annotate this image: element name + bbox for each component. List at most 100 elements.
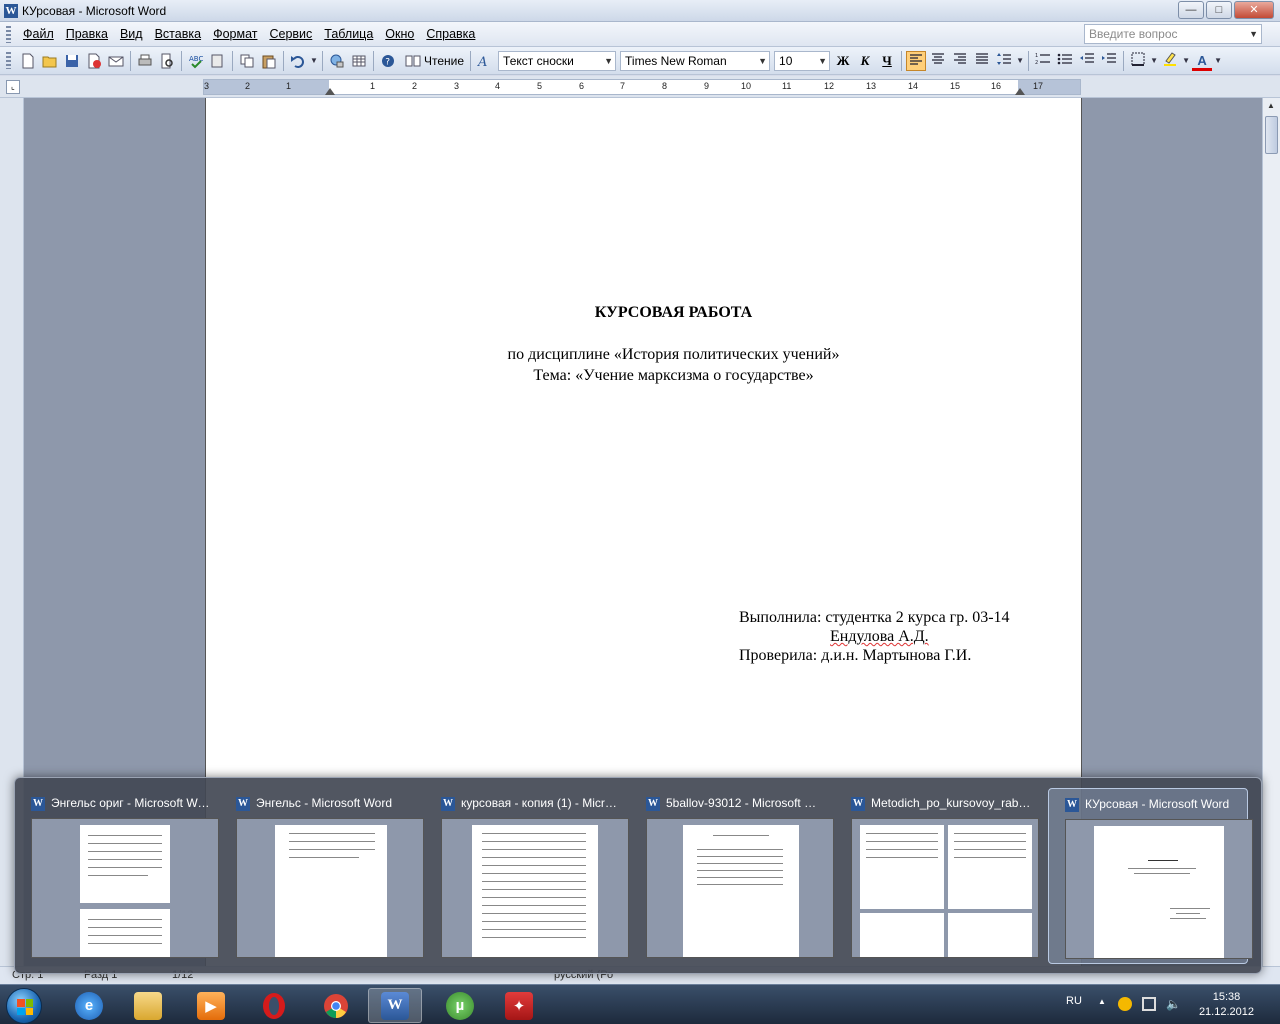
language-indicator[interactable]: RU: [1066, 995, 1082, 1007]
network-icon[interactable]: [1142, 997, 1156, 1011]
menu-window[interactable]: Окно: [379, 27, 420, 41]
table-icon[interactable]: [349, 51, 369, 71]
menu-table[interactable]: Таблица: [318, 27, 379, 41]
bold-button[interactable]: Ж: [833, 51, 853, 71]
media-player-icon[interactable]: ▶: [184, 988, 238, 1023]
ruler-number: 7: [620, 81, 626, 91]
print-preview-icon[interactable]: [157, 51, 177, 71]
right-indent-marker[interactable]: [1015, 88, 1025, 95]
vertical-scrollbar[interactable]: ▲: [1262, 98, 1280, 978]
explorer-icon[interactable]: [121, 988, 175, 1023]
ruler-number: 10: [741, 81, 752, 91]
align-right-button[interactable]: [950, 51, 970, 71]
line-spacing-button[interactable]: [994, 51, 1014, 71]
align-left-button[interactable]: [906, 50, 927, 71]
start-icon[interactable]: [6, 988, 42, 1024]
word-icon[interactable]: W: [368, 988, 422, 1023]
window-thumbnail[interactable]: W курсовая - копия (1) - Micro...: [425, 788, 629, 964]
save-icon[interactable]: [62, 51, 82, 71]
undo-icon[interactable]: [288, 51, 308, 71]
chevron-down-icon[interactable]: ▼: [1150, 51, 1158, 71]
svg-text:2: 2: [1035, 60, 1038, 66]
clock-time: 15:38: [1212, 991, 1241, 1003]
acrobat-icon[interactable]: ✦: [492, 988, 546, 1023]
menu-view[interactable]: Вид: [114, 27, 149, 41]
italic-button[interactable]: К: [855, 51, 875, 71]
spelling-icon[interactable]: ABC: [186, 51, 206, 71]
highlight-button[interactable]: [1160, 51, 1180, 71]
borders-button[interactable]: [1128, 51, 1148, 71]
menu-format[interactable]: Формат: [207, 27, 263, 41]
email-icon[interactable]: [106, 51, 126, 71]
align-center-button[interactable]: [928, 51, 948, 71]
style-select[interactable]: Текст сноски ▼: [498, 50, 617, 71]
permission-icon[interactable]: [84, 51, 104, 71]
reading-mode-button[interactable]: Чтение: [399, 51, 467, 71]
scroll-up-icon[interactable]: ▲: [1263, 98, 1279, 114]
chevron-down-icon[interactable]: ▼: [310, 51, 318, 71]
new-document-icon[interactable]: [18, 51, 38, 71]
left-indent-marker[interactable]: [325, 88, 335, 95]
maximize-button[interactable]: □: [1206, 1, 1232, 19]
window-thumbnail[interactable]: W Энгельс - Microsoft Word: [220, 788, 424, 964]
toolbar-separator: [283, 50, 284, 71]
chevron-down-icon[interactable]: ▼: [758, 52, 767, 70]
menu-edit[interactable]: Правка: [60, 27, 114, 41]
open-folder-icon[interactable]: [40, 51, 60, 71]
window-thumbnail[interactable]: W 5ballov-93012 - Microsoft Wo...: [630, 788, 834, 964]
opera-icon[interactable]: [247, 988, 301, 1023]
font-size-select[interactable]: 10 ▼: [774, 50, 831, 71]
tray-app-icon[interactable]: [1118, 997, 1132, 1011]
thumbnail-preview: [236, 818, 424, 958]
menu-help[interactable]: Справка: [420, 27, 481, 41]
underline-button[interactable]: Ч: [877, 51, 897, 71]
scroll-thumb[interactable]: [1265, 116, 1278, 154]
font-value: Times New Roman: [625, 53, 727, 68]
volume-icon[interactable]: 🔈: [1166, 997, 1181, 1011]
toolbar-grip[interactable]: [6, 25, 11, 43]
utorrent-icon[interactable]: µ: [433, 988, 487, 1023]
chevron-down-icon[interactable]: ▼: [818, 52, 827, 70]
decrease-indent-button[interactable]: [1077, 51, 1097, 71]
bullets-button[interactable]: [1055, 51, 1075, 71]
hyperlink-icon[interactable]: [327, 51, 347, 71]
chevron-down-icon[interactable]: ▼: [1016, 51, 1024, 71]
performer-line: Выполнила: студентка 2 курса гр. 03-14: [739, 609, 1010, 626]
copy-icon[interactable]: [237, 51, 257, 71]
styles-icon[interactable]: A: [475, 51, 495, 71]
thumbnail-title: 5ballov-93012 - Microsoft Wo...: [666, 796, 826, 810]
window-thumbnail[interactable]: W Metodich_po_kursovoy_rabot...: [835, 788, 1039, 964]
chevron-down-icon[interactable]: ▼: [1214, 51, 1222, 71]
chevron-down-icon[interactable]: ▼: [1182, 51, 1190, 71]
ruler-number: 3: [454, 81, 460, 91]
print-icon[interactable]: [135, 51, 155, 71]
toolbar-grip[interactable]: [6, 52, 11, 69]
toolbar-separator: [181, 50, 182, 71]
ask-question-input[interactable]: Введите вопрос ▼: [1084, 24, 1262, 44]
chrome-icon[interactable]: [309, 988, 363, 1023]
close-button[interactable]: ✕: [1234, 1, 1274, 19]
menu-insert[interactable]: Вставка: [149, 27, 207, 41]
window-thumbnail-active[interactable]: W КУрсовая - Microsoft Word: [1048, 788, 1253, 964]
minimize-button[interactable]: —: [1178, 1, 1204, 19]
ie-icon[interactable]: e: [62, 988, 116, 1023]
horizontal-ruler[interactable]: 3 2 1 1 2 3 4 5 6 7 8 9 10 11 12 13 14 1…: [203, 79, 1081, 95]
increase-indent-button[interactable]: [1099, 51, 1119, 71]
tab-stop-selector[interactable]: ⌞: [6, 80, 20, 94]
show-hidden-icons-icon[interactable]: ▲: [1098, 997, 1112, 1011]
menu-file[interactable]: Файл: [17, 27, 60, 41]
research-icon[interactable]: [208, 51, 228, 71]
justify-button[interactable]: [972, 51, 992, 71]
window-thumbnail[interactable]: W Энгельс ориг - Microsoft Wo...: [15, 788, 219, 964]
font-color-button[interactable]: A: [1192, 51, 1213, 71]
numbering-button[interactable]: 12: [1033, 51, 1053, 71]
chevron-down-icon[interactable]: ▼: [1249, 25, 1258, 43]
help-icon[interactable]: ?: [378, 51, 398, 71]
paste-icon[interactable]: [259, 51, 279, 71]
font-select[interactable]: Times New Roman ▼: [620, 50, 771, 71]
standard-toolbar: ABC ▼ ? Чтение A Текст сноски ▼ Times New…: [0, 47, 1280, 75]
menu-tools[interactable]: Сервис: [263, 27, 318, 41]
clock[interactable]: 15:38 21.12.2012: [1199, 990, 1254, 1020]
ruler-number: 1: [370, 81, 376, 91]
chevron-down-icon[interactable]: ▼: [604, 52, 613, 70]
